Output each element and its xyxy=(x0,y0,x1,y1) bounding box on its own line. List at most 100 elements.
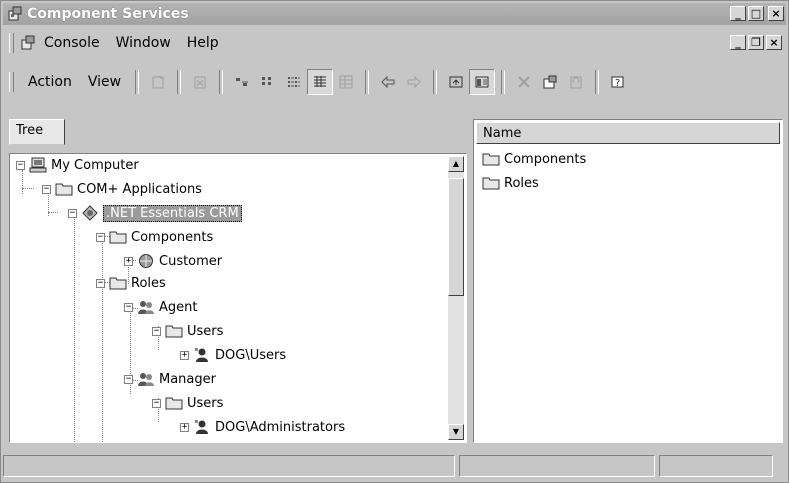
list-item[interactable]: Roles xyxy=(482,172,539,194)
menu-action[interactable]: Action xyxy=(20,72,80,92)
toolbar-separator xyxy=(219,70,224,94)
tree-node-label: Users xyxy=(187,323,224,339)
tab-tree[interactable]: Tree xyxy=(9,119,65,145)
mdi-minimize-button[interactable]: _ xyxy=(730,35,746,50)
toolbar-separator xyxy=(433,70,438,94)
computer-icon xyxy=(29,157,47,173)
status-panel xyxy=(3,455,455,477)
collapse-toggle[interactable]: − xyxy=(42,184,51,194)
menu-view[interactable]: View xyxy=(80,72,129,92)
folder-icon xyxy=(165,395,183,411)
column-header-name[interactable]: Name xyxy=(476,122,780,144)
tree-node[interactable]: + DOG\Administrators xyxy=(180,416,345,438)
tree-node[interactable]: + DOG\Users xyxy=(180,344,286,366)
list-icon[interactable] xyxy=(281,69,307,95)
collapse-toggle[interactable]: − xyxy=(68,208,77,218)
list-item-label: Roles xyxy=(504,175,539,191)
maximize-button[interactable]: □ xyxy=(748,6,764,21)
collapse-toggle[interactable]: − xyxy=(124,302,133,312)
collapse-toggle[interactable]: − xyxy=(124,374,133,384)
toolbar-grip[interactable] xyxy=(9,72,14,92)
menubar-grip[interactable] xyxy=(9,33,14,53)
menu-help[interactable]: Help xyxy=(179,33,227,53)
details-pane: Name Components Roles xyxy=(473,119,783,443)
component-icon xyxy=(137,253,155,269)
tree-node-label: Components xyxy=(131,229,214,245)
toolbar-separator xyxy=(501,70,506,94)
toolbar-separator xyxy=(595,70,600,94)
tree-node[interactable]: − Components xyxy=(96,226,213,248)
expand-toggle[interactable]: + xyxy=(180,422,189,432)
tree-node-label: DOG\Administrators xyxy=(215,419,346,435)
up-one-level-icon[interactable] xyxy=(443,69,469,95)
folder-icon xyxy=(55,181,73,197)
forward-icon[interactable] xyxy=(401,69,427,95)
folder-icon xyxy=(482,175,500,191)
tree-node[interactable]: − Agent xyxy=(124,296,197,318)
delete-icon[interactable] xyxy=(187,69,213,95)
list-item[interactable]: Components xyxy=(482,148,586,170)
tree-node[interactable]: − Manager xyxy=(124,368,216,390)
scroll-thumb[interactable] xyxy=(448,178,464,296)
status-panel xyxy=(659,455,773,477)
scroll-up-arrow-icon[interactable]: ▲ xyxy=(448,156,464,172)
tree-node-label: Roles xyxy=(131,275,166,291)
toolbar-separator xyxy=(365,70,370,94)
tree-node[interactable]: − COM+ Applications xyxy=(42,178,202,200)
component-services-window: Component Services _ □ × Console Window … xyxy=(0,0,789,483)
details-icon[interactable] xyxy=(307,69,334,95)
collapse-toggle[interactable]: − xyxy=(96,278,105,288)
toolbar-separator xyxy=(135,70,140,94)
new-icon[interactable] xyxy=(145,69,171,95)
back-icon[interactable] xyxy=(375,69,401,95)
user-icon xyxy=(193,347,211,363)
list-item-label: Components xyxy=(504,151,587,167)
tree-node-label: Users xyxy=(187,395,224,411)
tree-node[interactable]: − Users xyxy=(152,392,223,414)
com-app-icon xyxy=(81,205,99,221)
large-icons-icon[interactable] xyxy=(229,69,255,95)
tree-node[interactable]: − Users xyxy=(152,320,223,342)
help-icon[interactable]: ? xyxy=(605,69,631,95)
tree-node[interactable]: − My Computer xyxy=(16,154,139,176)
tree-pane: Tree − My Computer − COM+ Applications −… xyxy=(9,119,467,443)
tree-vertical-scrollbar[interactable]: ▲ ▼ xyxy=(448,156,464,440)
menu-window[interactable]: Window xyxy=(108,33,179,53)
scroll-down-arrow-icon[interactable]: ▼ xyxy=(448,424,464,440)
tree-node[interactable]: + Customer xyxy=(124,250,222,272)
properties-grid-icon[interactable] xyxy=(333,69,359,95)
tree-node-label: Agent xyxy=(159,299,198,315)
console-tree[interactable]: − My Computer − COM+ Applications − .NET… xyxy=(9,153,467,443)
tree-node-label: Manager xyxy=(159,371,216,387)
folder-icon xyxy=(109,229,127,245)
role-icon xyxy=(137,299,155,315)
show-hide-tree-icon[interactable] xyxy=(469,69,496,95)
user-icon xyxy=(193,419,211,435)
tree-node[interactable]: − .NET Essentials CRM xyxy=(68,202,242,224)
collapse-toggle[interactable]: − xyxy=(152,398,161,408)
component-services-icon xyxy=(7,6,23,22)
menu-console[interactable]: Console xyxy=(36,33,108,53)
tree-node[interactable]: − Roles xyxy=(96,272,166,294)
expand-toggle[interactable]: + xyxy=(180,350,189,360)
refresh-icon[interactable] xyxy=(563,69,589,95)
small-icons-icon[interactable] xyxy=(255,69,281,95)
toolbar: Action View ? xyxy=(3,65,786,99)
folder-icon xyxy=(165,323,183,339)
tree-node-label: Customer xyxy=(159,253,223,269)
mdi-restore-button[interactable]: ❐ xyxy=(748,35,764,50)
collapse-toggle[interactable]: − xyxy=(16,160,25,170)
properties-icon[interactable] xyxy=(537,69,563,95)
collapse-toggle[interactable]: − xyxy=(152,326,161,336)
tree-node-label: COM+ Applications xyxy=(77,181,202,197)
role-icon xyxy=(137,371,155,387)
delete-x-icon[interactable] xyxy=(511,69,537,95)
menu-bar: Console Window Help _ ❐ × xyxy=(3,29,786,57)
title-bar[interactable]: Component Services _ □ × xyxy=(3,3,786,25)
close-button[interactable]: × xyxy=(768,6,784,21)
status-panel xyxy=(459,455,655,477)
minimize-button[interactable]: _ xyxy=(730,6,746,21)
expand-toggle[interactable]: + xyxy=(124,256,133,266)
mdi-close-button[interactable]: × xyxy=(766,35,782,50)
collapse-toggle[interactable]: − xyxy=(96,232,105,242)
